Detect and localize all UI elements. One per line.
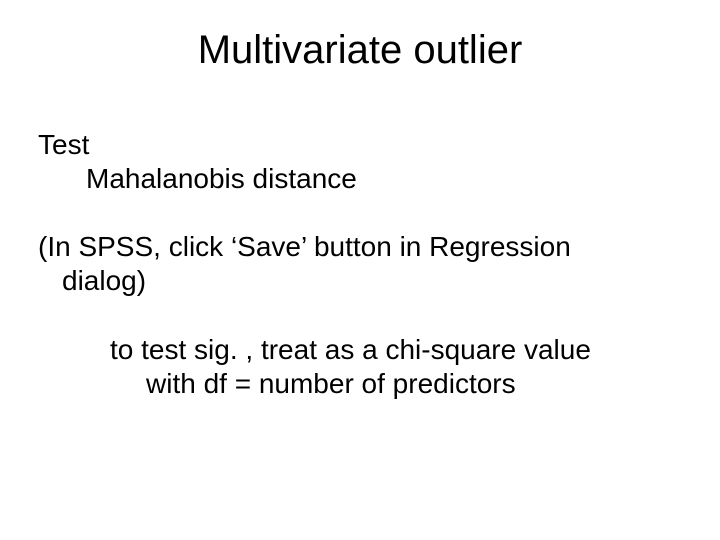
body-line-spss-1: (In SPSS, click ‘Save’ button in Regress… xyxy=(38,230,690,264)
body-line-mahalanobis: Mahalanobis distance xyxy=(86,162,690,196)
slide-title: Multivariate outlier xyxy=(0,28,720,73)
body-line-spss-2: dialog) xyxy=(62,264,690,298)
slide: Multivariate outlier Test Mahalanobis di… xyxy=(0,0,720,540)
spacer xyxy=(38,196,690,230)
body-line-sig-2: with df = number of predictors xyxy=(146,367,690,401)
slide-body: Test Mahalanobis distance (In SPSS, clic… xyxy=(38,128,690,401)
spacer xyxy=(38,299,690,333)
body-line-sig-1: to test sig. , treat as a chi-square val… xyxy=(110,333,690,367)
body-line-test: Test xyxy=(38,128,690,162)
